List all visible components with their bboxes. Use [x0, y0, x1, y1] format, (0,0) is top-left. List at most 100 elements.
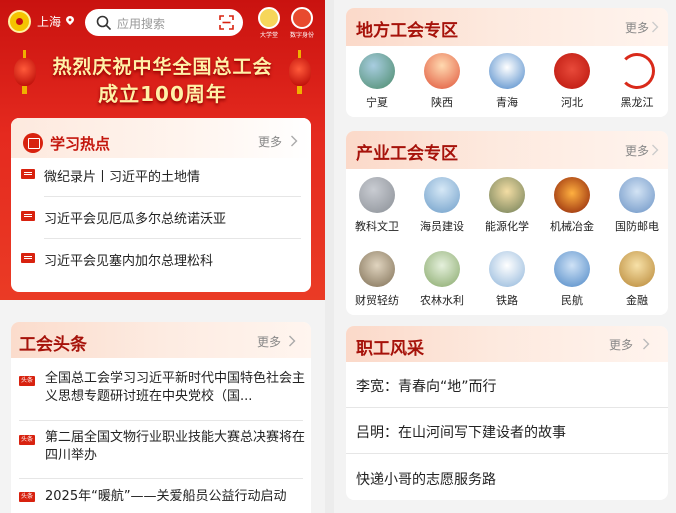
local-unions-more-link[interactable]: 更多 — [625, 19, 649, 36]
digital-id-icon — [291, 7, 313, 29]
news-item-title: 微纪录片丨习近平的土地情 — [44, 170, 201, 185]
left-pane: 上海 应用搜索 大学堂 数字身份 热烈庆祝中华全国总工会 成立100周年 学习热… — [0, 0, 325, 513]
union-logo-icon — [8, 10, 31, 33]
grid-item-label: 陕西 — [431, 96, 453, 109]
study-hot-more-link[interactable]: 更多 — [258, 133, 282, 150]
divider — [346, 453, 668, 454]
digital-id-label: 数字身份 — [289, 32, 314, 39]
chevron-right-icon[interactable] — [288, 335, 296, 347]
trade-icon — [359, 251, 395, 287]
shaanxi-icon — [424, 53, 460, 89]
worker-style-card: 职工风采 更多 李宽：青春向“地”而行 吕明：在山河间写下建设者的故事 快递小哥… — [346, 326, 668, 500]
industry-unions-title: 产业工会专区 — [356, 144, 458, 164]
university-button[interactable]: 大学堂 — [256, 7, 282, 41]
headline-title: 全国总工会学习习近平新时代中国特色社会主义思想专题研讨班在中央党校（国... — [45, 371, 306, 404]
chevron-right-icon[interactable] — [651, 21, 659, 33]
local-union-heilongjiang[interactable]: 黑龙江 — [606, 53, 668, 110]
scan-icon[interactable] — [219, 15, 234, 30]
university-label: 大学堂 — [259, 32, 278, 39]
industry-union-finance[interactable]: 金融 — [606, 251, 668, 308]
heilongjiang-icon — [619, 53, 655, 89]
industry-unions-more-link[interactable]: 更多 — [625, 142, 649, 159]
right-pane: 地方工会专区 更多 宁夏 陕西 青海 河北 黑龙江 产业工会专区 更多 教科文卫… — [334, 0, 676, 513]
industry-unions-card: 产业工会专区 更多 教科文卫 海员建设 能源化学 机械冶金 国防邮电 财贸轻纺 — [346, 131, 668, 315]
post-icon — [619, 177, 655, 213]
industry-union-railway[interactable]: 铁路 — [476, 251, 538, 308]
headline-tag-icon — [19, 375, 35, 386]
grid-item-label: 河北 — [561, 96, 583, 109]
top-bar: 上海 应用搜索 大学堂 数字身份 — [0, 0, 325, 44]
story-item[interactable]: 吕明：在山河间写下建设者的故事 — [356, 422, 566, 442]
chevron-right-icon[interactable] — [642, 338, 650, 350]
industry-union-agriculture[interactable]: 农林水利 — [411, 251, 473, 308]
story-item[interactable]: 快递小哥的志愿服务路 — [356, 469, 496, 489]
news-item[interactable]: 微纪录片丨习近平的土地情 — [21, 154, 301, 196]
headline-tag-icon — [19, 491, 35, 502]
headline-item[interactable]: 2025年“暖航”——关爱船员公益行动启动 — [19, 488, 307, 508]
hebei-icon — [554, 53, 590, 89]
banner-title-line1: 热烈庆祝中华全国总工会 — [52, 56, 273, 78]
grid-item-label: 青海 — [496, 96, 518, 109]
ningxia-icon — [359, 53, 395, 89]
headline-title: 第二届全国文物行业职业技能大赛总决赛将在四川举办 — [45, 430, 306, 463]
location-pin-icon[interactable] — [66, 16, 74, 25]
energy-icon — [489, 177, 525, 213]
story-item[interactable]: 李宽：青春向“地”而行 — [356, 376, 497, 396]
search-input[interactable]: 应用搜索 — [85, 9, 243, 36]
industry-union-seaman[interactable]: 海员建设 — [411, 177, 473, 234]
headline-item[interactable]: 全国总工会学习习近平新时代中国特色社会主义思想专题研讨班在中央党校（国... — [19, 370, 307, 410]
search-placeholder: 应用搜索 — [117, 17, 166, 31]
university-icon — [258, 7, 280, 29]
news-tag-icon — [21, 253, 35, 263]
divider — [19, 420, 303, 421]
industry-union-metallurgy[interactable]: 机械冶金 — [541, 177, 603, 234]
grid-item-label: 民航 — [561, 294, 583, 307]
grid-item-label: 国防邮电 — [615, 220, 659, 233]
grid-item-label: 能源化学 — [485, 220, 529, 233]
worker-style-more-link[interactable]: 更多 — [609, 336, 633, 353]
aviation-icon — [554, 251, 590, 287]
local-unions-card: 地方工会专区 更多 宁夏 陕西 青海 河北 黑龙江 — [346, 8, 668, 117]
headline-tag-icon — [19, 434, 35, 445]
local-unions-title: 地方工会专区 — [356, 21, 458, 41]
grid-item-label: 农林水利 — [420, 294, 464, 307]
education-icon — [359, 177, 395, 213]
grid-item-label: 铁路 — [496, 294, 518, 307]
headline-item[interactable]: 第二届全国文物行业职业技能大赛总决赛将在四川举办 — [19, 429, 307, 469]
study-hot-card: 学习热点 更多 微纪录片丨习近平的土地情 习近平会见厄瓜多尔总统诺沃亚 习近平会… — [11, 118, 311, 292]
chevron-right-icon[interactable] — [651, 144, 659, 156]
grid-item-label: 黑龙江 — [620, 96, 654, 109]
banner-title-line2: 成立100周年 — [98, 82, 227, 106]
news-item[interactable]: 习近平会见塞内加尔总理松科 — [21, 238, 301, 280]
worker-style-title: 职工风采 — [356, 339, 424, 359]
city-selector[interactable]: 上海 — [37, 13, 61, 30]
finance-icon — [619, 251, 655, 287]
seaman-icon — [424, 177, 460, 213]
industry-union-aviation[interactable]: 民航 — [541, 251, 603, 308]
headline-title: 2025年“暖航”——关爱船员公益行动启动 — [45, 489, 287, 504]
union-headlines-title: 工会头条 — [19, 335, 87, 355]
grid-item-label: 海员建设 — [420, 220, 464, 233]
grid-item-label: 财贸轻纺 — [355, 294, 399, 307]
news-tag-icon — [21, 211, 35, 221]
divider — [19, 478, 303, 479]
local-union-hebei[interactable]: 河北 — [541, 53, 603, 110]
industry-union-education[interactable]: 教科文卫 — [346, 177, 408, 234]
grid-item-label: 机械冶金 — [550, 220, 594, 233]
union-headlines-more-link[interactable]: 更多 — [257, 333, 281, 350]
chevron-right-icon[interactable] — [290, 135, 298, 147]
news-item[interactable]: 习近平会见厄瓜多尔总统诺沃亚 — [21, 196, 301, 238]
divider — [346, 407, 668, 408]
railway-icon — [489, 251, 525, 287]
qinghai-icon — [489, 53, 525, 89]
local-union-ningxia[interactable]: 宁夏 — [346, 53, 408, 110]
industry-union-post[interactable]: 国防邮电 — [606, 177, 668, 234]
union-headlines-card: 工会头条 更多 全国总工会学习习近平新时代中国特色社会主义思想专题研讨班在中央党… — [11, 322, 311, 513]
digital-id-button[interactable]: 数字身份 — [289, 7, 315, 41]
grid-item-label: 金融 — [626, 294, 648, 307]
news-item-title: 习近平会见塞内加尔总理松科 — [44, 254, 214, 269]
local-union-qinghai[interactable]: 青海 — [476, 53, 538, 110]
local-union-shaanxi[interactable]: 陕西 — [411, 53, 473, 110]
industry-union-trade[interactable]: 财贸轻纺 — [346, 251, 408, 308]
industry-union-energy[interactable]: 能源化学 — [476, 177, 538, 234]
